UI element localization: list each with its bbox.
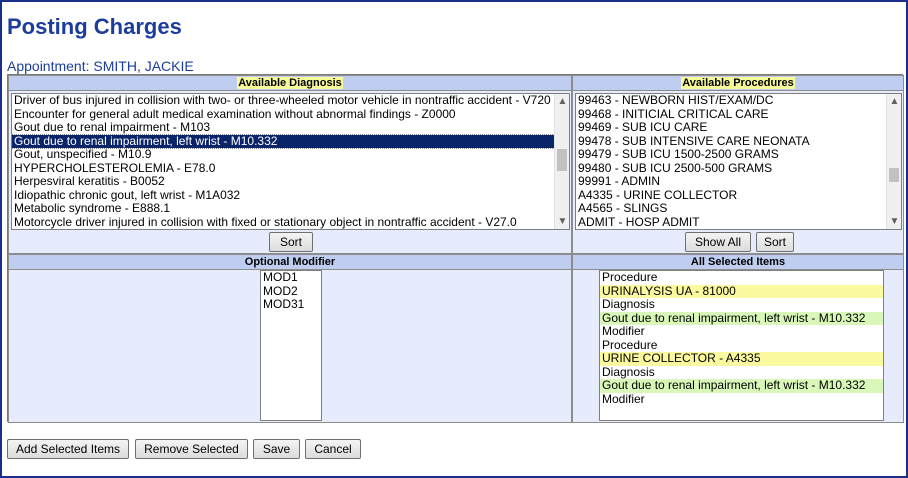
selected-panel: All Selected Items Procedure URINALYSIS U… [572,254,904,423]
procedures-scrollbar[interactable]: ▲ ▼ [886,94,901,229]
procedures-header: Available Procedures [573,76,903,91]
diagnosis-option[interactable]: Gout due to renal impairment - M103 [12,120,554,135]
cancel-button[interactable]: Cancel [305,439,361,459]
selected-item[interactable]: URINALYSIS UA - 81000 [600,284,883,298]
selected-item[interactable]: Gout due to renal impairment, left wrist… [600,311,883,325]
modifier-option[interactable]: MOD2 [261,284,321,299]
diagnosis-header-label: Available Diagnosis [237,77,343,89]
procedure-option[interactable]: 99463 - NEWBORN HIST/EXAM/DC [576,94,886,108]
selected-group-label[interactable]: Modifier [600,392,883,407]
modifier-list: MOD1 MOD2 MOD31 [261,271,321,312]
diagnosis-header: Available Diagnosis [9,76,571,91]
diagnosis-scrollbar[interactable]: ▲ ▼ [554,94,569,229]
diagnosis-panel: Available Diagnosis Driver of bus injure… [8,75,572,254]
procedures-panel: Available Procedures 99463 - NEWBORN HIS… [572,75,904,254]
diagnosis-sort-button[interactable]: Sort [269,232,313,252]
selected-item[interactable]: Gout due to renal impairment, left wrist… [600,378,883,393]
procedures-scroll-thumb[interactable] [889,168,899,182]
procedure-option[interactable]: A4565 - SLINGS [576,201,886,216]
diagnosis-option[interactable]: Gout, unspecified - M10.9 [12,147,554,162]
diagnosis-option[interactable]: HYPERCHOLESTEROLEMIA - E78.0 [12,161,554,176]
selected-group-label[interactable]: Diagnosis [600,365,883,380]
diagnosis-list: Driver of bus injured in collision with … [12,94,555,230]
selected-item[interactable]: URINE COLLECTOR - A4335 [600,351,883,366]
modifier-option[interactable]: MOD1 [261,271,321,285]
selected-group-label[interactable]: Procedure [600,271,883,285]
selected-header: All Selected Items [573,255,903,270]
modifier-panel: Optional Modifier MOD1 MOD2 MOD31 [8,254,572,423]
diagnosis-option[interactable]: Gout due to renal impairment, left wrist… [12,133,555,149]
procedure-option[interactable]: 99480 - SUB ICU 2500-500 GRAMS [576,161,886,176]
modifier-listbox[interactable]: MOD1 MOD2 MOD31 [260,270,322,421]
save-button[interactable]: Save [253,439,300,459]
selected-list: Procedure URINALYSIS UA - 81000 Diagnosis G… [600,271,883,406]
selected-group-label[interactable]: Diagnosis [600,297,883,312]
procedure-option[interactable]: 99478 - SUB INTENSIVE CARE NEONATA [576,134,886,149]
procedures-sort-button[interactable]: Sort [756,232,794,252]
procedure-option[interactable]: ADMIT - HOSP ADMIT [576,215,886,230]
diagnosis-scroll-thumb[interactable] [557,149,567,171]
chevron-up-icon[interactable]: ▲ [555,94,569,109]
add-selected-items-button[interactable]: Add Selected Items [7,439,129,459]
procedures-listbox[interactable]: 99463 - NEWBORN HIST/EXAM/DC 99468 - INIT… [575,93,902,230]
procedure-option[interactable]: 99991 - ADMIN [576,174,886,189]
appointment-label: Appointment: SMITH, JACKIE [7,58,194,74]
diagnosis-option[interactable]: Idiopathic chronic gout, left wrist - M1… [12,188,554,203]
chevron-down-icon[interactable]: ▼ [555,214,569,229]
procedure-option[interactable]: 99479 - SUB ICU 1500-2500 GRAMS [576,147,886,162]
charges-grid: Available Diagnosis Driver of bus injure… [7,74,904,423]
diagnosis-option[interactable]: Motorcycle driver injured in collision w… [12,215,554,230]
selected-group-label[interactable]: Procedure [600,338,883,353]
chevron-down-icon[interactable]: ▼ [887,214,901,229]
show-all-button[interactable]: Show All [685,232,751,252]
chevron-up-icon[interactable]: ▲ [887,94,901,109]
procedures-header-label: Available Procedures [681,77,795,89]
procedures-list: 99463 - NEWBORN HIST/EXAM/DC 99468 - INIT… [576,94,886,229]
procedure-option[interactable]: 99468 - INITICIAL CRITICAL CARE [576,107,886,122]
procedure-option[interactable]: A4335 - URINE COLLECTOR [576,188,886,203]
diagnosis-listbox[interactable]: Driver of bus injured in collision with … [11,93,570,230]
diagnosis-option[interactable]: Driver of bus injured in collision with … [12,94,554,108]
page-title: Posting Charges [7,14,182,39]
modifier-option[interactable]: MOD31 [261,297,321,312]
remove-selected-button[interactable]: Remove Selected [135,439,248,459]
diagnosis-option[interactable]: Encounter for general adult medical exam… [12,107,554,122]
selected-listbox[interactable]: Procedure URINALYSIS UA - 81000 Diagnosis G… [599,270,884,421]
selected-group-label[interactable]: Modifier [600,324,883,339]
diagnosis-option[interactable]: Herpesviral keratitis - B0052 [12,174,554,189]
procedure-option[interactable]: 99469 - SUB ICU CARE [576,120,886,135]
modifier-header: Optional Modifier [9,255,571,270]
diagnosis-option[interactable]: Metabolic syndrome - E888.1 [12,201,554,216]
